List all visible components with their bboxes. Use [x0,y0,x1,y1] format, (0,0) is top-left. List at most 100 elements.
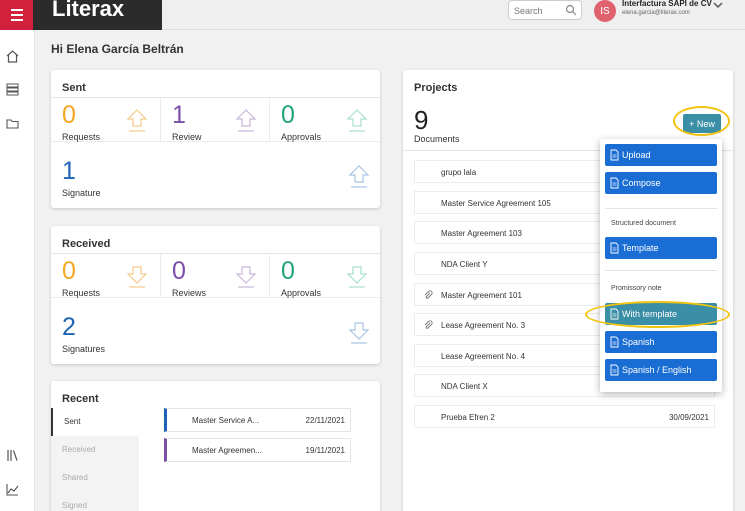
sidebar [0,30,35,511]
received-signatures-stat[interactable]: 2 Signatures [51,310,380,354]
document-name: Master Service A... [192,416,260,425]
stat-label: Review [172,132,202,142]
search-box[interactable] [508,0,582,20]
received-requests-stat[interactable]: 0 Requests [51,254,161,298]
with-template-label: With template [622,309,678,319]
tab-signed[interactable]: Signed [51,492,139,511]
stat-label: Signature [62,188,101,198]
stat-value: 1 [172,101,186,129]
upload-button[interactable]: Upload [605,144,717,166]
arrow-up-icon [235,109,257,132]
greeting: Hi Elena García Beltrán [51,42,184,56]
document-icon [610,177,619,189]
project-name: Master Service Agreement 105 [441,199,551,208]
sent-signature-stat[interactable]: 1 Signature [51,154,380,198]
document-icon [610,242,619,254]
spanish-button[interactable]: Spanish [605,331,717,353]
arrow-down-icon [346,266,368,288]
stat-label: Approvals [281,288,322,298]
sent-review-stat[interactable]: 1 Review [161,98,270,142]
hamburger-menu-icon[interactable] [0,0,33,30]
arrow-up-icon [348,165,370,188]
paperclip-icon [424,320,433,329]
new-document-menu: Upload Compose Structured document Templ… [600,139,722,392]
received-approvals-stat[interactable]: 0 Approvals [270,254,380,298]
document-date: 22/11/2021 [305,416,345,425]
list-item[interactable]: Master Agreemen... 19/11/2021 [164,438,351,462]
new-button[interactable]: + New [683,114,721,133]
tab-shared[interactable]: Shared [51,464,139,492]
stat-value: 0 [172,257,186,285]
search-icon[interactable] [565,4,577,16]
project-name: grupo lala [441,168,477,177]
stat-label: Approvals [281,132,322,142]
document-count-label: Documents [414,134,460,144]
document-icon [610,308,619,320]
user-email: elena.garcia@literax.com [622,10,690,16]
document-date: 19/11/2021 [305,446,345,455]
arrow-up-icon [346,109,368,132]
project-name: Master Agreement 101 [441,291,522,300]
top-bar: Literax IS Interfactura SAPI de CV elena… [0,0,745,30]
project-date: 30/09/2021 [668,413,709,422]
compose-label: Compose [622,178,661,188]
arrow-up-icon [126,109,148,132]
promissory-note-label: Promissory note [611,285,662,292]
received-title: Received [62,238,111,250]
received-reviews-stat[interactable]: 0 Reviews [161,254,270,298]
avatar[interactable]: IS [594,0,616,22]
stat-value: 0 [281,257,295,285]
arrow-down-icon [348,322,370,344]
recent-card: Recent Sent Received Shared Signed Maste… [51,381,380,511]
stat-label: Reviews [172,288,207,298]
document-icon [610,364,619,376]
chevron-down-icon[interactable] [712,0,724,10]
home-icon[interactable] [5,49,20,64]
spanish-english-label: Spanish / English [622,365,692,375]
stat-label: Requests [62,288,101,298]
paperclip-icon [424,290,433,299]
divider [605,270,717,271]
received-card: Received 0 Requests 0 Reviews 0 Approval… [51,226,380,364]
project-name: Lease Agreement No. 4 [441,352,526,361]
stat-value: 2 [62,313,76,341]
stack-icon[interactable] [5,82,20,97]
company-name: Interfactura SAPI de CV [622,0,712,8]
search-input[interactable] [509,2,564,20]
tab-sent[interactable]: Sent [51,408,139,436]
stat-label: Signatures [62,344,106,354]
template-button[interactable]: Template [605,237,717,259]
tab-received[interactable]: Received [51,436,139,464]
stat-value: 0 [281,101,295,129]
project-name: Prueba Efren 2 [441,413,495,422]
spanish-english-button[interactable]: Spanish / English [605,359,717,381]
library-icon[interactable] [5,448,20,463]
analytics-icon[interactable] [5,482,20,497]
project-name: Lease Agreement No. 3 [441,321,526,330]
table-row[interactable]: Prueba Efren 2 30/09/2021 [414,405,715,428]
template-label: Template [622,243,659,253]
sent-approvals-stat[interactable]: 0 Approvals [270,98,380,142]
stat-value: 0 [62,257,76,285]
with-template-button[interactable]: With template [605,303,717,325]
document-name: Master Agreemen... [192,446,262,455]
document-icon [610,336,619,348]
sent-requests-stat[interactable]: 0 Requests [51,98,161,142]
projects-title: Projects [414,82,458,94]
project-name: NDA Client Y [441,260,488,269]
structured-document-label: Structured document [611,220,676,227]
list-item[interactable]: Master Service A... 22/11/2021 [164,408,351,432]
document-icon [610,149,619,161]
divider [605,208,717,209]
compose-button[interactable]: Compose [605,172,717,194]
brand-logo: Literax [33,0,162,30]
folder-icon[interactable] [5,116,20,131]
spanish-label: Spanish [622,337,655,347]
arrow-down-icon [126,266,148,288]
sent-title: Sent [62,82,86,94]
stat-value: 0 [62,101,76,129]
project-name: NDA Client X [441,382,488,391]
project-name: Master Agreement 103 [441,229,522,238]
stat-value: 1 [62,157,76,185]
sent-card: Sent 0 Requests 1 Review 0 Approvals 1 S… [51,70,380,208]
